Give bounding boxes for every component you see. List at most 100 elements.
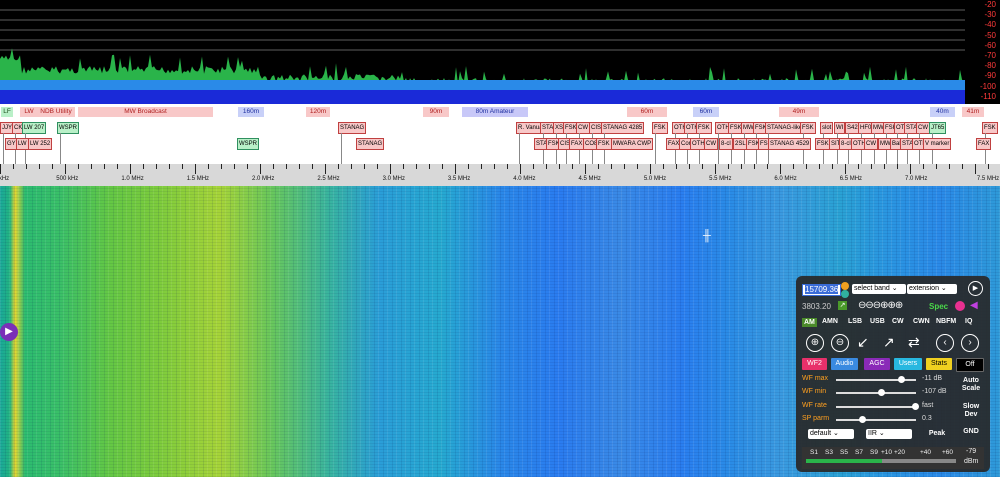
station-label[interactable]: STANAG [356, 138, 385, 150]
ruler-tick-mark [494, 164, 495, 169]
station-labels[interactable]: JJY CKT LW 207 WSPR STANAG R. Vanua STA XSC FSK C… [0, 120, 1000, 164]
ruler-tick-mark [260, 164, 261, 174]
band-60m[interactable]: 60m [627, 107, 667, 117]
band-41m[interactable]: 41m [962, 107, 984, 117]
ruler-tick-mark [312, 164, 313, 169]
mode-cw-button[interactable]: CW [892, 318, 904, 325]
page-left-icon[interactable]: ‹ [936, 334, 954, 352]
slow-dev-button[interactable]: Slow Dev [956, 403, 986, 419]
play-icon[interactable]: ▶ [0, 323, 18, 341]
band-80m-amateur[interactable]: 80m Amateur [462, 107, 528, 117]
station-label[interactable]: STANAG [338, 122, 367, 134]
ruler-tick-mark [26, 164, 27, 169]
peak-button[interactable]: Peak [922, 430, 952, 438]
filter-select[interactable]: IIR ⌄ [866, 429, 912, 439]
mode-nbfm-button[interactable]: NBFM [936, 318, 956, 325]
ruler-tick-mark [143, 164, 144, 169]
station-label[interactable]: FSK [596, 138, 612, 150]
link-icon[interactable]: ↗ [838, 301, 847, 310]
slider-track[interactable] [836, 376, 916, 383]
slider-knob[interactable] [858, 415, 866, 423]
station-label[interactable]: CW [704, 138, 718, 150]
band-60m[interactable]: 60m [693, 107, 719, 117]
band-160m[interactable]: 160m [238, 107, 264, 117]
station-label[interactable]: STANAG 4529 [768, 138, 812, 150]
ruler-tick-mark [767, 164, 768, 169]
slider-track[interactable] [836, 389, 916, 397]
toggle-audio-button[interactable]: Audio [831, 358, 858, 370]
up-arrow-icon[interactable] [841, 282, 849, 290]
spectrum-display[interactable] [0, 0, 965, 104]
colormap-select[interactable]: default ⌄ [808, 429, 854, 439]
ruler-tick-mark [78, 164, 79, 169]
zoom-max-icon[interactable]: ↙ [857, 334, 869, 351]
spec-button[interactable]: Spec [929, 302, 948, 311]
extension-dropdown[interactable]: extension ⌄ [907, 284, 957, 294]
play-icon[interactable]: ▶ [968, 281, 983, 296]
mode-usb-button[interactable]: USB [870, 318, 885, 325]
band-bar[interactable]: LF LW NDB Utility MW Broadcast 160m 120m 90m 80… [0, 104, 1000, 120]
auto-scale-button[interactable]: Auto Scale [956, 377, 986, 393]
station-label[interactable]: CW [864, 138, 878, 150]
ruler-tick-label: 3.5 MHz [447, 176, 471, 182]
s-meter-label: +40 [920, 449, 932, 456]
zoom-in-icon[interactable]: ⊕ [806, 334, 824, 352]
band-ndb-utility[interactable]: NDB Utility [37, 107, 75, 117]
mode-lsb-button[interactable]: LSB [848, 318, 862, 325]
page-right-icon[interactable]: › [961, 334, 979, 352]
ruler-tick-mark [299, 164, 300, 169]
station-label[interactable]: STANAG 4285 [601, 122, 645, 134]
ruler-tick-mark [0, 164, 1, 174]
station-label[interactable]: WI [834, 122, 846, 134]
toggle-wf2-button[interactable]: WF2 [802, 358, 827, 370]
slider-knob[interactable] [877, 389, 885, 397]
swap-icon[interactable]: ⇄ [908, 334, 920, 351]
station-label[interactable]: STANAG-like [765, 122, 805, 134]
station-label[interactable]: LW 252 [28, 138, 53, 150]
select-band-dropdown[interactable]: select band ⌄ [852, 284, 906, 294]
slider-knob[interactable] [898, 376, 906, 383]
ruler-tick-mark [832, 164, 833, 169]
record-icon[interactable] [955, 301, 965, 311]
slider-track[interactable] [836, 415, 916, 423]
ruler-tick-mark [923, 164, 924, 169]
zoom-band-icon[interactable]: ↗ [883, 334, 895, 351]
band-lw[interactable]: LW [20, 107, 38, 117]
toggle-buttons: WF2 Audio AGC Users Stats Off [802, 358, 986, 372]
ruler-tick-mark [936, 164, 937, 169]
band-90m[interactable]: 90m [423, 107, 449, 117]
station-label[interactable]: WSPR [237, 138, 259, 150]
mode-am-button[interactable]: AM [802, 318, 817, 327]
station-label[interactable]: V marker [923, 138, 952, 150]
down-arrow-icon[interactable] [841, 290, 849, 298]
mute-icon[interactable]: ◀ [970, 300, 978, 311]
toggle-agc-button[interactable]: AGC [864, 358, 890, 370]
station-label[interactable]: MWARA CWP [611, 138, 654, 150]
slider-track[interactable] [836, 402, 919, 410]
band-120m[interactable]: 120m [306, 107, 330, 117]
mode-iq-button[interactable]: IQ [965, 318, 972, 325]
frequency-input[interactable]: 15709.36 [802, 284, 842, 296]
gnd-button[interactable]: GND [956, 428, 986, 436]
toggle-users-button[interactable]: Users [894, 358, 922, 370]
zoom-step-buttons[interactable]: ⊖⊖⊖⊕⊕⊕ [858, 300, 903, 311]
toggle-stats-button[interactable]: Stats [926, 358, 952, 370]
toggle-off-button[interactable]: Off [956, 358, 984, 372]
band-49m[interactable]: 49m [779, 107, 819, 117]
station-label[interactable]: 8-cl [719, 138, 733, 150]
band-lf[interactable]: LF [1, 107, 13, 117]
frequency-ruler[interactable]: kHz 500 kHz 1.0 MHz 1.5 MHz 2.0 MHz 2.5 MHz 3.… [0, 164, 1000, 186]
station-label[interactable]: LW [16, 138, 29, 150]
zoom-out-icon[interactable]: ⊖ [831, 334, 849, 352]
ruler-tick-mark [689, 164, 690, 169]
slider-knob[interactable] [912, 402, 919, 410]
band-mw-broadcast[interactable]: MW Broadcast [78, 107, 213, 117]
station-label[interactable]: slot [820, 122, 834, 134]
ruler-tick-mark [390, 164, 391, 174]
band-40m[interactable]: 40m [930, 107, 955, 117]
ruler-tick-label: 4.5 MHz [578, 176, 601, 182]
station-label[interactable]: FAX [976, 138, 992, 150]
mode-amn-button[interactable]: AMN [822, 318, 838, 325]
ruler-tick-label: 4.0 MHz [513, 176, 536, 182]
mode-cwn-button[interactable]: CWN [913, 318, 930, 325]
